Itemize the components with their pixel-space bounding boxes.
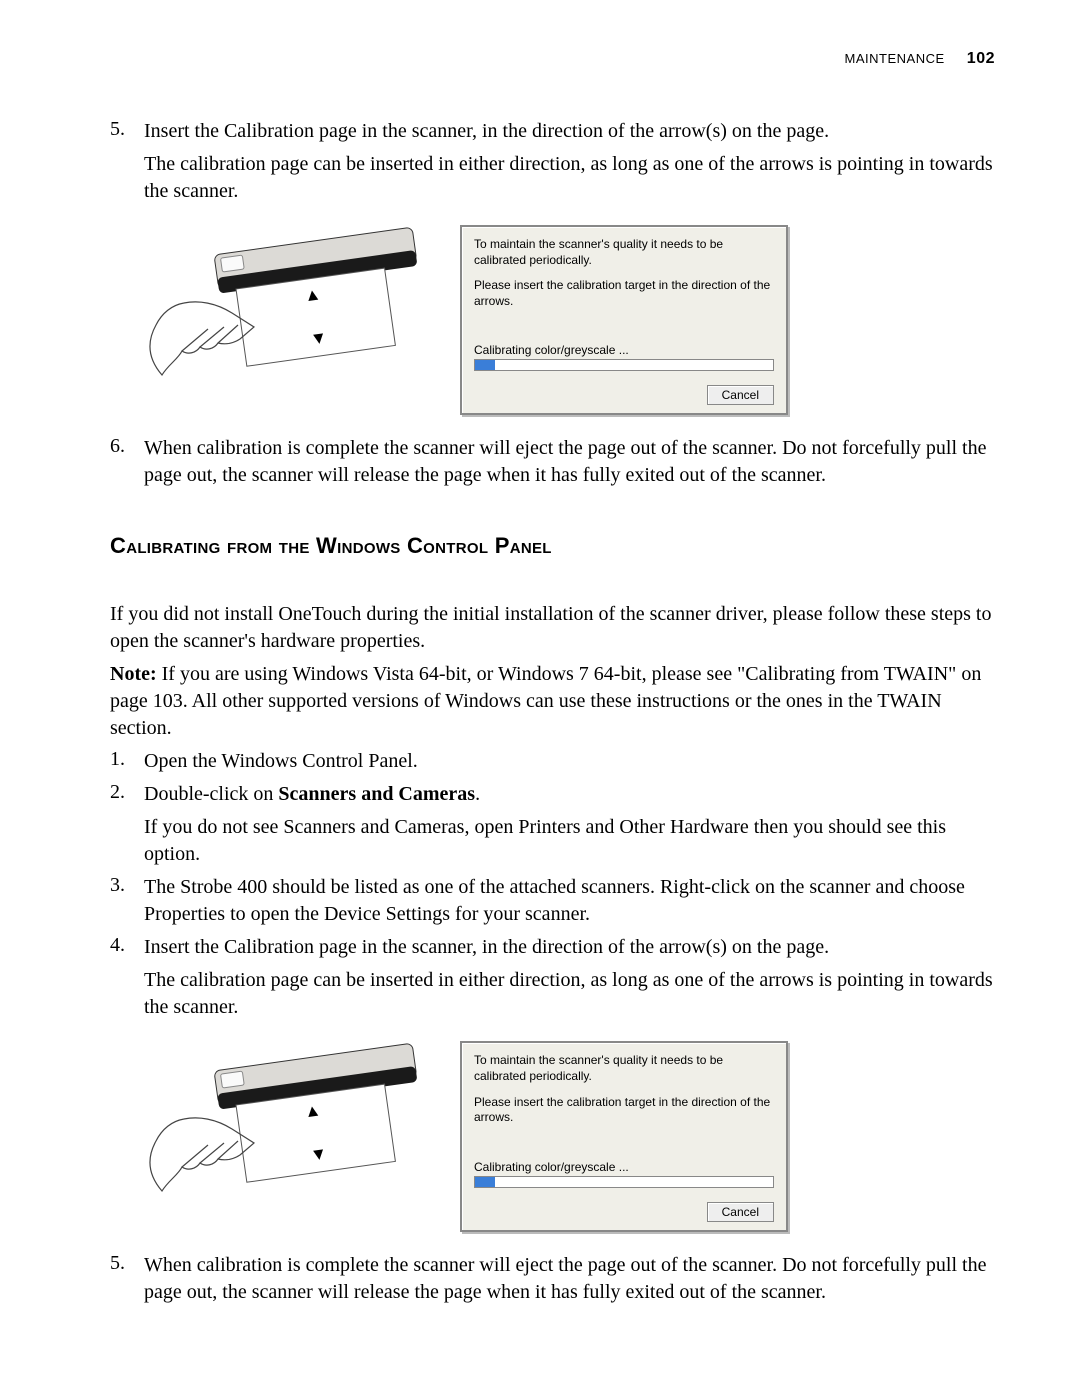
page-header: Maintenance 102: [110, 50, 995, 68]
progress-bar: [474, 1176, 774, 1188]
figure-row: To maintain the scanner's quality it nee…: [144, 225, 995, 415]
figure-row: To maintain the scanner's quality it nee…: [144, 1041, 995, 1231]
note-paragraph: Note: If you are using Windows Vista 64-…: [110, 661, 995, 742]
list-text: The calibration page can be inserted in …: [144, 967, 995, 1021]
list-text: If you do not see Scanners and Cameras, …: [144, 814, 995, 868]
note-text: If you are using Windows Vista 64-bit, o…: [110, 663, 981, 739]
list-text: The Strobe 400 should be listed as one o…: [144, 874, 995, 928]
dialog-message: Please insert the calibration target in …: [474, 1095, 774, 1126]
calibration-dialog: To maintain the scanner's quality it nee…: [460, 1041, 788, 1231]
cancel-button[interactable]: Cancel: [707, 385, 774, 405]
list-text: When calibration is complete the scanner…: [144, 1252, 995, 1306]
cancel-button[interactable]: Cancel: [707, 1202, 774, 1222]
body-paragraph: If you did not install OneTouch during t…: [110, 601, 995, 655]
progress-bar: [474, 359, 774, 371]
calibration-dialog: To maintain the scanner's quality it nee…: [460, 225, 788, 415]
list-item: 5. When calibration is complete the scan…: [110, 1252, 995, 1306]
hand-icon: [150, 1118, 254, 1191]
header-page-number: 102: [967, 50, 995, 67]
note-label: Note:: [110, 663, 157, 685]
list-item: 2. Double-click on Scanners and Cameras.…: [110, 781, 995, 868]
list-number: 3.: [110, 874, 125, 897]
list-number: 6.: [110, 435, 125, 458]
header-section-label: Maintenance: [845, 51, 945, 66]
dialog-message: To maintain the scanner's quality it nee…: [474, 237, 774, 268]
list-number: 5.: [110, 118, 125, 141]
list-text: When calibration is complete the scanner…: [144, 435, 995, 489]
list-text: Open the Windows Control Panel.: [144, 748, 995, 775]
scanner-insert-illustration: [144, 1041, 434, 1211]
document-page: Maintenance 102 5. Insert the Calibratio…: [0, 0, 1080, 1372]
section-heading: Calibrating from the Windows Control Pan…: [110, 533, 995, 559]
dialog-status-text: Calibrating color/greyscale ...: [474, 343, 774, 357]
list-text: Double-click on Scanners and Cameras.: [144, 781, 995, 808]
list-item: 4. Insert the Calibration page in the sc…: [110, 934, 995, 1021]
hand-icon: [150, 302, 254, 375]
list-text: Insert the Calibration page in the scann…: [144, 118, 995, 145]
list-item: 3. The Strobe 400 should be listed as on…: [110, 874, 995, 928]
list-item: 1. Open the Windows Control Panel.: [110, 748, 995, 775]
dialog-status-text: Calibrating color/greyscale ...: [474, 1160, 774, 1174]
list-number: 4.: [110, 934, 125, 957]
list-item: 6. When calibration is complete the scan…: [110, 435, 995, 489]
list-text: Insert the Calibration page in the scann…: [144, 934, 995, 961]
list-text: The calibration page can be inserted in …: [144, 151, 995, 205]
list-number: 5.: [110, 1252, 125, 1275]
dialog-message: To maintain the scanner's quality it nee…: [474, 1053, 774, 1084]
list-number: 2.: [110, 781, 125, 804]
list-number: 1.: [110, 748, 125, 771]
list-item: 5. Insert the Calibration page in the sc…: [110, 118, 995, 205]
dialog-message: Please insert the calibration target in …: [474, 278, 774, 309]
scanner-insert-illustration: [144, 225, 434, 395]
